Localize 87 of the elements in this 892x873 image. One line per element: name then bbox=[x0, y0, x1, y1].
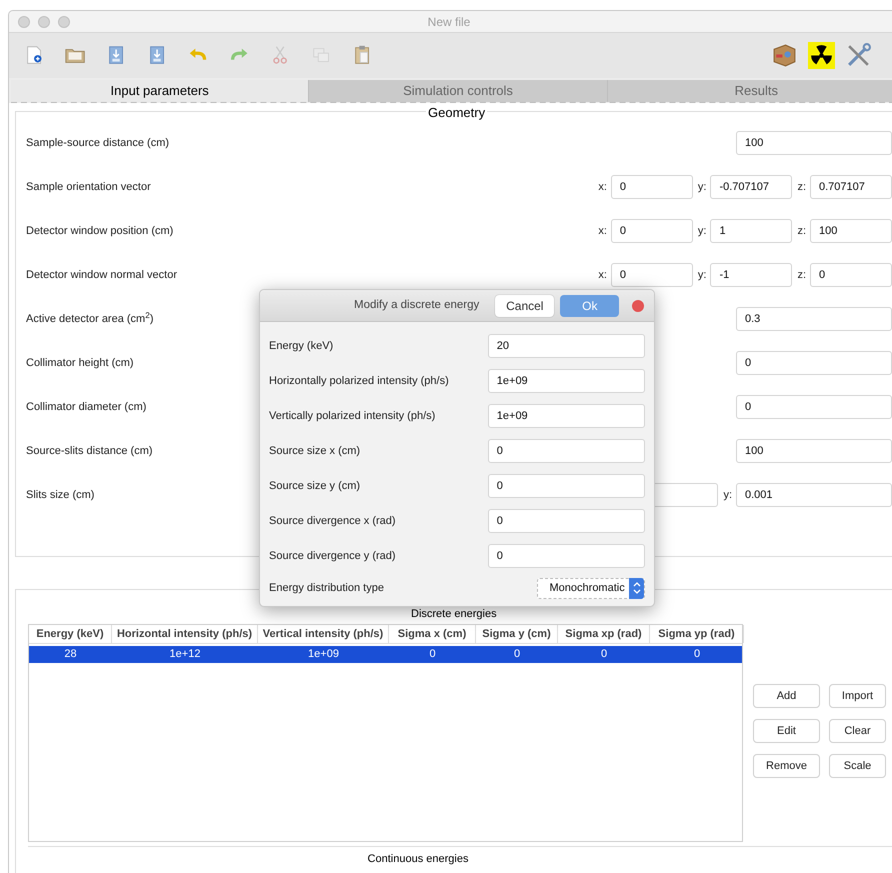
input-field[interactable]: 0 bbox=[610, 175, 693, 199]
field-label: Horizontally polarized intensity (ph/s) bbox=[269, 374, 450, 389]
field-label: Detector window position (cm) bbox=[26, 224, 174, 237]
field-label: Sample-source distance (cm) bbox=[26, 136, 170, 149]
column-header[interactable]: Horizontal intensity (ph/s) bbox=[112, 625, 258, 643]
axis-label: z: bbox=[797, 224, 806, 239]
field-label: Collimator diameter (cm) bbox=[26, 400, 146, 413]
input-field[interactable]: 1e+09 bbox=[488, 404, 645, 428]
column-header[interactable]: Energy (keV) bbox=[29, 625, 112, 643]
cancel-button[interactable]: Cancel bbox=[495, 294, 554, 316]
input-field[interactable]: 100 bbox=[736, 439, 892, 463]
dialog-title: Modify a discrete energy bbox=[354, 298, 480, 313]
axis-label: x: bbox=[598, 268, 607, 283]
field-label: Active detector area (cm$^{2}$) bbox=[26, 312, 154, 325]
button[interactable]: Remove bbox=[753, 754, 820, 778]
field-label: Source-slits distance (cm) bbox=[26, 444, 153, 457]
input-field[interactable]: 0.3 bbox=[736, 307, 892, 331]
input-field[interactable]: 0 bbox=[610, 263, 693, 287]
column-header[interactable]: Sigma y (cm) bbox=[476, 625, 558, 643]
input-field[interactable]: 0 bbox=[736, 351, 892, 375]
input-field[interactable]: 0.001 bbox=[736, 483, 892, 507]
table-row[interactable]: 28 1e+12 1e+09 0 0 0 0 bbox=[29, 646, 742, 663]
axis-label: x: bbox=[598, 180, 607, 195]
axis-label: y: bbox=[698, 268, 706, 283]
field-label: Sample orientation vector bbox=[26, 180, 151, 193]
column-header[interactable]: Sigma yp (rad) bbox=[650, 625, 744, 643]
input-field[interactable]: 20 bbox=[488, 334, 645, 358]
axis-label: y: bbox=[698, 180, 706, 195]
axis-label: x: bbox=[598, 224, 607, 239]
minimize-button[interactable] bbox=[38, 16, 50, 28]
zoom-button[interactable] bbox=[58, 16, 70, 28]
table-cell-text: 0 bbox=[512, 647, 522, 662]
table-cell-text: 1e+09 bbox=[307, 647, 340, 662]
radiation-icon[interactable] bbox=[808, 42, 835, 69]
field-label: Energy distribution type bbox=[269, 580, 385, 596]
axis-label: y: bbox=[723, 488, 732, 503]
field-label: Source size x (cm) bbox=[269, 444, 362, 459]
field-label: Vertically polarized intensity (ph/s) bbox=[269, 408, 436, 424]
button[interactable]: Scale bbox=[829, 754, 886, 778]
table-cell-text: 28 bbox=[63, 647, 78, 662]
tab[interactable]: Simulation controls bbox=[308, 80, 607, 102]
tools-icon[interactable] bbox=[845, 42, 872, 69]
field-label: Source size y (cm) bbox=[269, 478, 362, 494]
stepper-icon[interactable] bbox=[629, 578, 644, 598]
input-field[interactable]: 0 bbox=[810, 263, 892, 287]
button[interactable]: Add bbox=[753, 684, 820, 708]
input-field[interactable]: 0 bbox=[610, 219, 693, 243]
axis-label: y: bbox=[698, 224, 706, 239]
package-icon[interactable] bbox=[771, 42, 798, 69]
button[interactable]: Edit bbox=[753, 719, 820, 743]
close-icon[interactable] bbox=[632, 300, 644, 312]
input-field[interactable]: 1 bbox=[710, 219, 792, 243]
input-field[interactable]: -0.707107 bbox=[710, 175, 792, 199]
column-header[interactable]: Vertical intensity (ph/s) bbox=[258, 625, 389, 643]
field-label: Energy (keV) bbox=[269, 338, 334, 354]
input-field[interactable]: 1e+09 bbox=[488, 369, 645, 393]
table-cell-text: 0 bbox=[428, 647, 437, 662]
input-field[interactable]: 0 bbox=[488, 474, 645, 498]
input-field[interactable]: 0 bbox=[488, 439, 645, 463]
axis-label: z: bbox=[797, 180, 806, 195]
button[interactable]: Clear bbox=[829, 719, 886, 743]
group-title: Discrete energies bbox=[411, 607, 497, 622]
input-field[interactable]: -1 bbox=[710, 263, 792, 287]
axis-label: z: bbox=[797, 268, 806, 283]
field-label: Source divergence x (rad) bbox=[269, 514, 397, 529]
field-label: Source divergence y (rad) bbox=[269, 548, 397, 564]
column-header[interactable]: Sigma xp (rad) bbox=[558, 625, 650, 643]
input-field[interactable]: 0 bbox=[488, 509, 645, 533]
dropdown[interactable]: Monochromatic bbox=[536, 578, 645, 598]
input-field[interactable]: 0.707107 bbox=[810, 175, 892, 199]
field-label: Slits size (cm) bbox=[26, 488, 94, 501]
column-header[interactable]: Sigma x (cm) bbox=[389, 625, 476, 643]
table-cell-text: 0 bbox=[692, 647, 702, 662]
tab[interactable]: Results bbox=[606, 80, 892, 102]
table-cell-text: 1e+12 bbox=[168, 647, 202, 662]
input-field[interactable]: 0 bbox=[488, 544, 645, 568]
input-field[interactable]: 0 bbox=[736, 395, 892, 419]
input-field[interactable]: 100 bbox=[810, 219, 892, 243]
button[interactable]: Import bbox=[829, 684, 886, 708]
close-button[interactable] bbox=[18, 16, 30, 28]
dropdown-value: Monochromatic bbox=[550, 580, 625, 596]
group-title: Continuous energies bbox=[368, 852, 468, 867]
field-label: Detector window normal vector bbox=[26, 268, 178, 281]
window-title: New file bbox=[428, 14, 470, 30]
input-field[interactable]: 100 bbox=[736, 131, 892, 155]
table-cell-text: 0 bbox=[600, 647, 608, 662]
field-label: Collimator height (cm) bbox=[26, 356, 134, 369]
